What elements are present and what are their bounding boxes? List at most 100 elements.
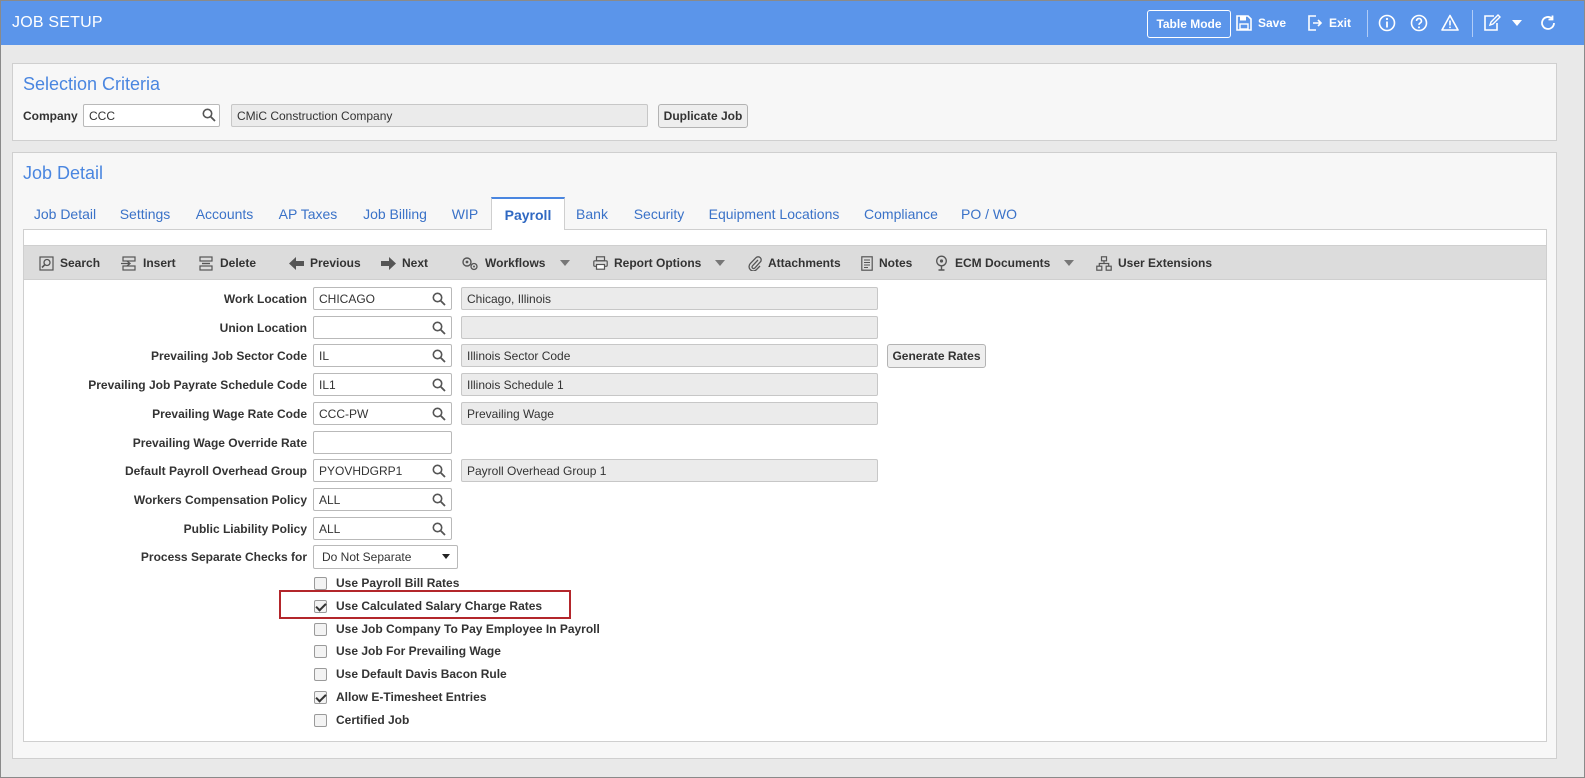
tab-label: WIP — [451, 205, 479, 222]
workers-compensation-policy-label: Workers Compensation Policy — [133, 493, 307, 507]
help-icon[interactable] — [1410, 14, 1428, 32]
tab-payroll[interactable]: Payroll — [491, 197, 565, 230]
workflows-label: Workflows — [485, 256, 546, 270]
record-toolbar: Search Insert Delete Previous Next Workf… — [24, 245, 1546, 280]
search-record-icon — [39, 255, 54, 271]
insert-label: Insert — [143, 256, 176, 270]
user-extensions-button[interactable]: User Extensions — [1096, 246, 1212, 280]
workflows-dropdown-icon[interactable] — [560, 260, 570, 266]
delete-button[interactable]: Delete — [198, 246, 256, 280]
info-icon[interactable] — [1378, 14, 1396, 32]
hierarchy-icon — [1096, 255, 1112, 271]
generate-rates-button[interactable]: Generate Rates — [887, 344, 986, 368]
tab-label: Settings — [119, 205, 171, 222]
tab-wip[interactable]: WIP — [445, 197, 485, 230]
prevailing-wage-rate-code-description: Prevailing Wage — [461, 402, 878, 425]
search-icon[interactable] — [432, 321, 446, 335]
refresh-icon[interactable] — [1539, 14, 1557, 32]
use-job-company-to-pay-employee-in-payroll-label: Use Job Company To Pay Employee In Payro… — [336, 622, 600, 636]
prevailing-job-payrate-schedule-code-label: Prevailing Job Payrate Schedule Code — [88, 378, 307, 392]
tab-ap-taxes[interactable]: AP Taxes — [271, 197, 345, 230]
search-icon[interactable] — [202, 108, 216, 122]
previous-label: Previous — [310, 256, 361, 270]
allow-e-timesheet-entries-checkbox[interactable] — [314, 690, 327, 704]
previous-button[interactable]: Previous — [289, 246, 361, 280]
tab-settings[interactable]: Settings — [111, 197, 179, 230]
top-bar: JOB SETUP Table Mode Save Exit — [1, 1, 1584, 45]
selection-criteria-panel — [12, 63, 1557, 141]
search-icon[interactable] — [432, 493, 446, 507]
report-options-button[interactable]: Report Options — [593, 246, 701, 280]
generate-rates-label: Generate Rates — [892, 349, 981, 363]
app-window: JOB SETUP Table Mode Save Exit Selection… — [0, 0, 1585, 778]
search-icon[interactable] — [432, 522, 446, 536]
tab-accounts[interactable]: Accounts — [187, 197, 262, 230]
tab-security[interactable]: Security — [627, 197, 691, 230]
ecm-documents-button[interactable]: ECM Documents — [934, 246, 1050, 280]
insert-icon — [121, 255, 136, 271]
certified-job-checkbox[interactable] — [314, 713, 327, 727]
workflows-button[interactable]: Workflows — [461, 246, 545, 280]
search-button[interactable]: Search — [39, 246, 100, 280]
arrow-right-icon — [381, 256, 396, 270]
gears-icon — [462, 256, 478, 270]
tab-label: PO / WO — [961, 205, 1017, 222]
search-icon[interactable] — [432, 349, 446, 363]
toolbar-divider — [1367, 10, 1368, 37]
prevailing-job-payrate-schedule-code-description-value: Illinois Schedule 1 — [467, 378, 564, 392]
insert-button[interactable]: Insert — [121, 246, 176, 280]
ecm-documents-dropdown-icon[interactable] — [1064, 260, 1074, 266]
work-location-label: Work Location — [223, 292, 307, 306]
save-button[interactable]: Save — [1236, 9, 1286, 37]
checkbox-row-certified-job: Certified Job — [314, 711, 409, 729]
next-button[interactable]: Next — [381, 246, 428, 280]
tab-bank[interactable]: Bank — [571, 197, 613, 230]
separate-checks-label: Process Separate Checks for — [140, 550, 307, 564]
use-job-company-to-pay-employee-in-payroll-checkbox[interactable] — [314, 622, 327, 636]
tab-equipment-locations[interactable]: Equipment Locations — [705, 197, 843, 230]
prevailing-job-sector-code-description-value: Illinois Sector Code — [467, 349, 571, 363]
search-icon[interactable] — [432, 407, 446, 421]
use-payroll-bill-rates-checkbox[interactable] — [314, 576, 327, 590]
tab-label: Job Detail — [33, 205, 97, 222]
duplicate-job-button[interactable]: Duplicate Job — [658, 104, 748, 128]
tab-compliance[interactable]: Compliance — [859, 197, 943, 230]
tab-job-detail[interactable]: Job Detail — [23, 197, 107, 230]
tab-label: Compliance — [864, 205, 938, 222]
chevron-down-icon — [442, 554, 450, 559]
chevron-down-icon[interactable] — [1512, 20, 1522, 26]
report-options-dropdown-icon[interactable] — [715, 260, 725, 266]
exit-icon — [1308, 15, 1323, 31]
notes-button[interactable]: Notes — [861, 246, 912, 280]
union-location-label: Union Location — [219, 321, 307, 335]
table-mode-button[interactable]: Table Mode — [1147, 10, 1231, 38]
prevailing-wage-override-rate-input[interactable] — [313, 431, 452, 454]
use-default-davis-bacon-rule-checkbox[interactable] — [314, 667, 327, 681]
job-detail-title: Job Detail — [23, 163, 104, 183]
tab-po-wo[interactable]: PO / WO — [957, 197, 1021, 230]
use-payroll-bill-rates-label: Use Payroll Bill Rates — [336, 576, 460, 590]
prevailing-wage-rate-code-value: CCC-PW — [319, 407, 369, 421]
use-job-for-prevailing-wage-checkbox[interactable] — [314, 644, 327, 658]
prevailing-job-sector-code-description: Illinois Sector Code — [461, 344, 878, 367]
toolbar-divider — [1472, 10, 1473, 37]
exit-button[interactable]: Exit — [1307, 9, 1351, 37]
edit-form-icon[interactable] — [1483, 14, 1501, 32]
separate-checks-select[interactable]: Do Not Separate — [313, 545, 458, 569]
tab-label: Accounts — [195, 205, 254, 222]
company-input[interactable]: CCC — [83, 104, 220, 127]
prevailing-wage-rate-code-label: Prevailing Wage Rate Code — [152, 407, 307, 421]
search-icon[interactable] — [432, 378, 446, 392]
save-icon — [1236, 15, 1252, 31]
allow-e-timesheet-entries-label: Allow E-Timesheet Entries — [336, 690, 487, 704]
prevailing-job-sector-code-label: Prevailing Job Sector Code — [150, 349, 307, 363]
checkbox-row-use-default-davis-bacon-rule: Use Default Davis Bacon Rule — [314, 665, 507, 683]
search-icon[interactable] — [432, 464, 446, 478]
warning-icon[interactable] — [1441, 14, 1459, 32]
tab-job-billing[interactable]: Job Billing — [355, 197, 435, 230]
default-payroll-overhead-group-label: Default Payroll Overhead Group — [124, 464, 307, 478]
search-icon[interactable] — [432, 292, 446, 306]
default-payroll-overhead-group-description-value: Payroll Overhead Group 1 — [467, 464, 607, 478]
attachments-button[interactable]: Attachments — [748, 246, 841, 280]
company-name-value: CMiC Construction Company — [237, 109, 393, 123]
